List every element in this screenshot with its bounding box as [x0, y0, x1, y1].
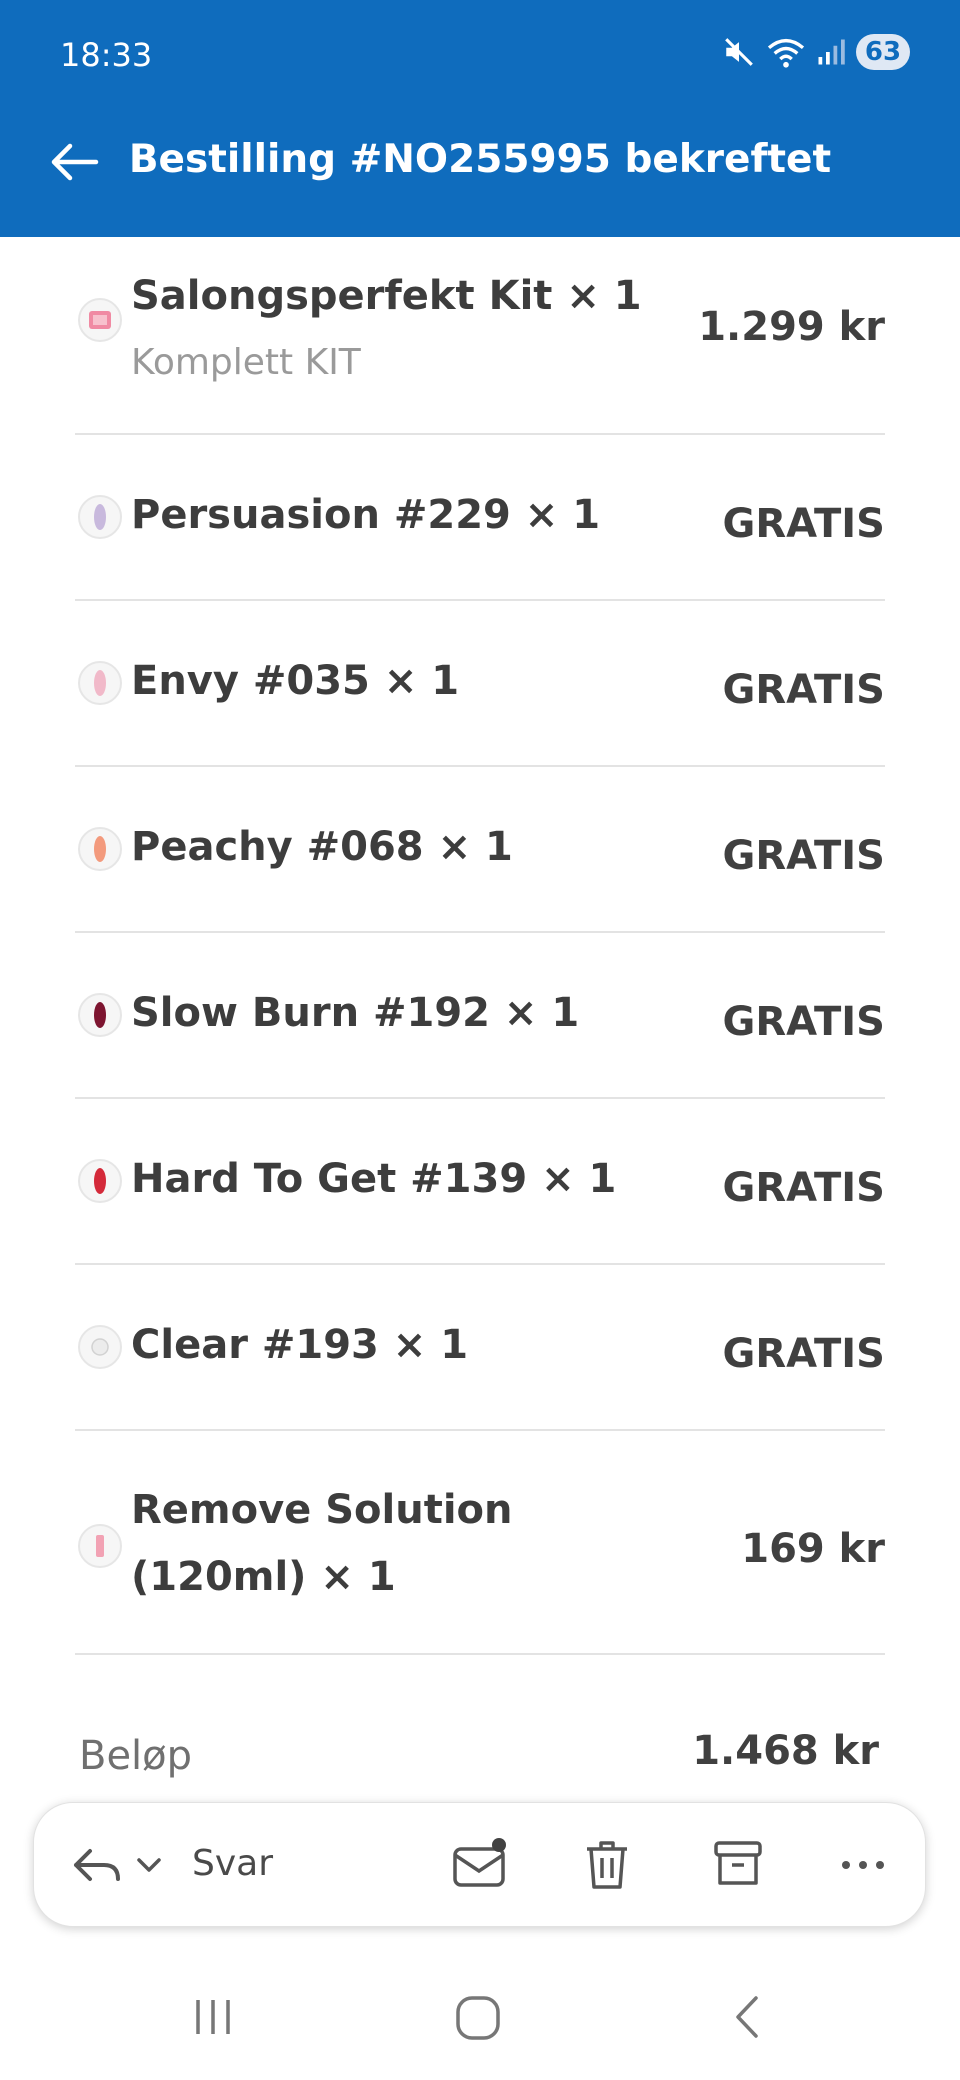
back-nav-icon[interactable]: [728, 1992, 768, 2042]
product-price: 169 kr: [741, 1526, 885, 1572]
order-item: Envy #035 × 1 GRATIS: [75, 651, 885, 731]
product-thumbnail: [78, 993, 122, 1037]
product-name: Envy #035 × 1: [131, 658, 460, 704]
product-name: Slow Burn #192 × 1: [131, 990, 580, 1036]
product-price: GRATIS: [722, 667, 885, 713]
trash-icon[interactable]: [579, 1833, 635, 1897]
product-price: GRATIS: [722, 1165, 885, 1211]
order-item: Hard To Get #139 × 1 GRATIS: [75, 1149, 885, 1229]
home-icon[interactable]: [452, 1992, 508, 2048]
status-time: 18:33: [60, 36, 153, 74]
product-name: Salongsperfekt Kit × 1: [131, 273, 642, 319]
signal-icon: [818, 39, 845, 65]
divider: [75, 1263, 885, 1265]
status-icons: 63: [722, 34, 910, 70]
product-price: GRATIS: [722, 1331, 885, 1377]
mark-unread-icon[interactable]: [449, 1833, 511, 1897]
wifi-icon: [767, 38, 805, 68]
product-thumbnail: [78, 495, 122, 539]
product-thumbnail: [78, 661, 122, 705]
order-item: Remove Solution (120ml) × 1 169 kr: [75, 1476, 885, 1626]
reply-arrow-icon[interactable]: [70, 1833, 126, 1897]
product-thumbnail: [78, 1325, 122, 1369]
product-name: Remove Solution: [131, 1487, 513, 1533]
product-thumbnail: [78, 827, 122, 871]
reply-button[interactable]: Svar: [192, 1843, 273, 1884]
product-name: Persuasion #229 × 1: [131, 492, 601, 538]
order-item: Persuasion #229 × 1 GRATIS: [75, 485, 885, 565]
product-thumbnail: [78, 1159, 122, 1203]
product-price: GRATIS: [722, 501, 885, 547]
order-item: Slow Burn #192 × 1 GRATIS: [75, 983, 885, 1063]
product-name: Hard To Get #139 × 1: [131, 1156, 617, 1202]
page-title: Bestilling #NO255995 bekreftet: [128, 137, 832, 182]
action-toolbar: Svar: [33, 1802, 926, 1927]
battery-indicator: 63: [856, 34, 910, 70]
product-price: GRATIS: [722, 999, 885, 1045]
product-thumbnail: [78, 298, 122, 342]
divider: [75, 1429, 885, 1431]
product-name: Peachy #068 × 1: [131, 824, 513, 870]
order-item: Peachy #068 × 1 GRATIS: [75, 817, 885, 897]
recent-apps-icon[interactable]: [188, 1992, 238, 2042]
product-name: Clear #193 × 1: [131, 1322, 469, 1368]
divider: [75, 433, 885, 435]
order-item: Clear #193 × 1 GRATIS: [75, 1315, 885, 1395]
product-price: 1.299 kr: [698, 304, 885, 350]
divider: [75, 765, 885, 767]
product-price: GRATIS: [722, 833, 885, 879]
divider: [75, 931, 885, 933]
total-label: Beløp: [79, 1733, 193, 1779]
order-item: Salongsperfekt Kit × 1 Komplett KIT 1.29…: [75, 262, 885, 412]
product-variant: Komplett KIT: [131, 342, 361, 383]
product-name-line2: (120ml) × 1: [131, 1554, 396, 1600]
divider: [75, 1653, 885, 1655]
app-header: 18:33 63 Bestilling #NO255995 bekreftet: [0, 0, 960, 237]
divider: [75, 1097, 885, 1099]
more-options-icon[interactable]: [838, 1833, 888, 1897]
system-nav-bar: [0, 1960, 960, 2080]
product-thumbnail: [78, 1524, 122, 1568]
divider: [75, 599, 885, 601]
total-value: 1.468 kr: [692, 1728, 879, 1774]
chevron-down-icon[interactable]: [134, 1833, 164, 1897]
mute-icon: [725, 38, 753, 66]
archive-icon[interactable]: [710, 1833, 766, 1897]
